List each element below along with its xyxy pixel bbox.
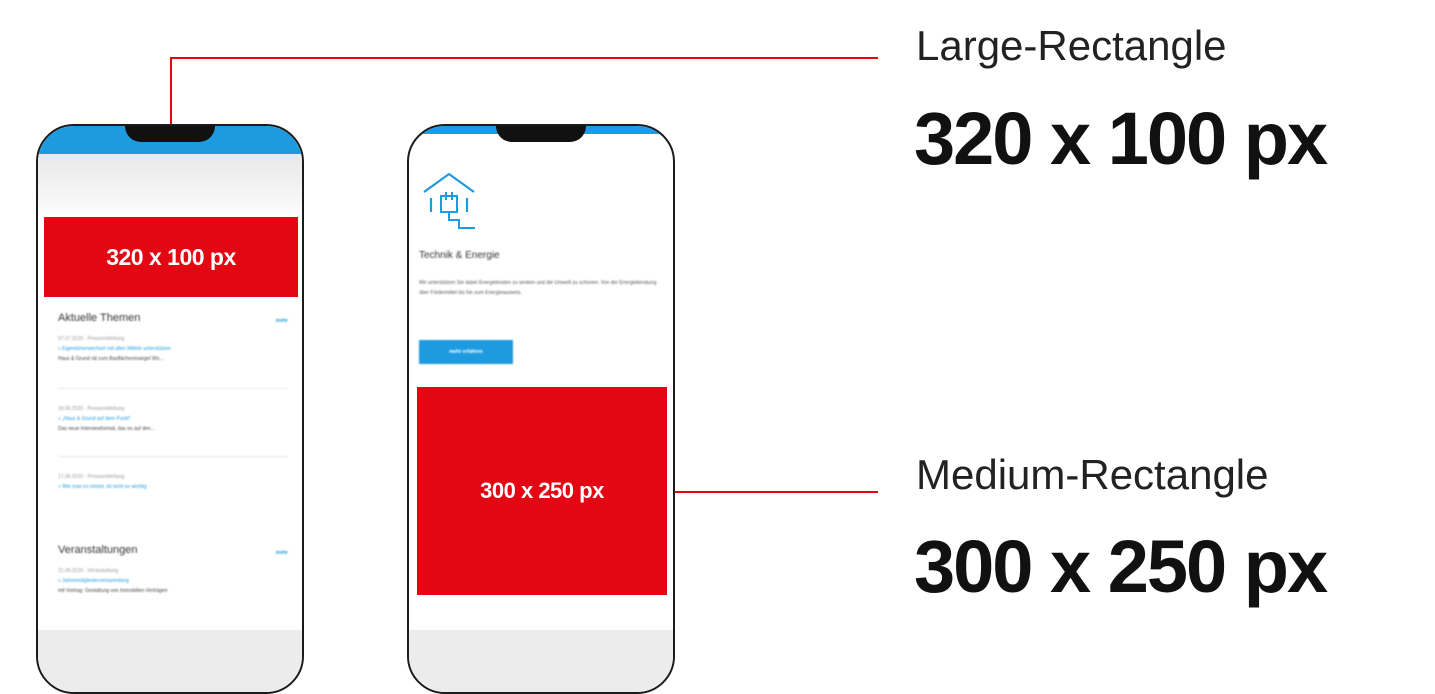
- connector-line-large-horizontal: [170, 57, 878, 59]
- topic-heading: Technik & Energie: [419, 250, 500, 261]
- medium-rectangle-title: Medium-Rectangle: [916, 451, 1269, 498]
- phone-mockup-large: 320 x 100 px Aktuelle Themen mehr 07.07.…: [36, 124, 304, 694]
- phone-mockup-medium: Technik & Energie Wir unterstützen Sie d…: [407, 124, 675, 694]
- section-title-news: Aktuelle Themen: [58, 312, 141, 324]
- topic-description: Wir unterstützen Sie dabei Energiekosten…: [419, 280, 657, 296]
- section-title-events: Veranstaltungen: [58, 544, 138, 556]
- news-item[interactable]: 07.07.2020 - Pressemitteilung » Eigentüm…: [58, 334, 286, 364]
- events-more-link[interactable]: mehr: [276, 550, 288, 556]
- event-item-link[interactable]: » Jahresmitgliederversammlung: [58, 576, 286, 586]
- news-item-text: Das neue Interviewformat, das es auf den…: [58, 426, 155, 432]
- news-item-link[interactable]: » Wie man es nimmt, ist nicht so wichtig: [58, 482, 286, 492]
- phone-notch: [125, 126, 215, 142]
- news-item-meta: 07.07.2020 - Pressemitteilung: [58, 336, 125, 342]
- phone-header-shadow: [38, 154, 302, 218]
- large-rectangle-title: Large-Rectangle: [916, 22, 1227, 69]
- medium-rectangle-size: 300 x 250 px: [914, 525, 1328, 608]
- medium-rectangle-ad: 300 x 250 px: [417, 387, 667, 595]
- phone-footer-area: [38, 630, 302, 692]
- divider: [58, 456, 288, 457]
- learn-more-button[interactable]: mehr erfahren: [419, 340, 513, 364]
- event-item-text: mit Vortrag: Gestaltung von Immobilien-V…: [58, 588, 168, 594]
- phone-notch: [496, 126, 586, 142]
- news-item-link[interactable]: » „Haus & Grund auf dem Punkt“: [58, 414, 286, 424]
- large-rectangle-size: 320 x 100 px: [914, 97, 1328, 180]
- news-item-meta: 18.06.2020 - Pressemitteilung: [58, 406, 125, 412]
- news-item[interactable]: 18.06.2020 - Pressemitteilung » „Haus & …: [58, 404, 286, 434]
- news-item[interactable]: 17.06.2020 - Pressemitteilung » Wie man …: [58, 472, 286, 492]
- house-plug-icon: [421, 170, 477, 230]
- news-item-meta: 17.06.2020 - Pressemitteilung: [58, 474, 125, 480]
- phone-footer-area: [409, 630, 673, 692]
- event-item-meta: 21.09.2020 - Veranstaltung: [58, 568, 119, 574]
- medium-rectangle-ad-label: 300 x 250 px: [480, 478, 604, 503]
- large-rectangle-ad: 320 x 100 px: [44, 217, 298, 297]
- divider: [58, 388, 288, 389]
- news-item-text: Haus & Grund rät zum Bauflächenmangel Wo…: [58, 356, 164, 362]
- event-item[interactable]: 21.09.2020 - Veranstaltung » Jahresmitgl…: [58, 566, 286, 596]
- news-more-link[interactable]: mehr: [276, 318, 288, 324]
- large-rectangle-ad-label: 320 x 100 px: [106, 243, 236, 270]
- connector-line-medium-horizontal: [666, 491, 878, 493]
- news-item-link[interactable]: » Eigentümerwechsel mit allen Mitteln un…: [58, 344, 286, 354]
